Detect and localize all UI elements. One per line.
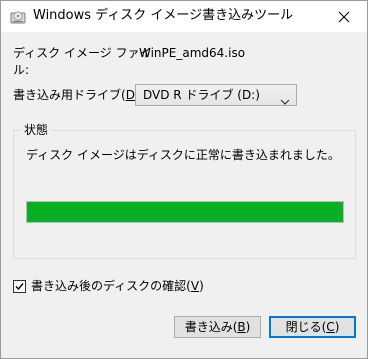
chevron-down-icon <box>280 91 290 110</box>
close-label-suffix: ) <box>334 320 340 334</box>
verify-checkbox-label[interactable]: 書き込み後のディスクの確認(V) <box>31 278 204 295</box>
verify-checkbox[interactable] <box>13 280 26 293</box>
status-message: ディスク イメージはディスクに正常に書き込まれました。 <box>26 148 340 162</box>
image-file-label-line2: ル: <box>13 63 30 77</box>
verify-label-accel: V <box>190 279 200 293</box>
burn-label-suffix: ) <box>245 320 251 334</box>
drive-label-prefix: 書き込み用ドライブ( <box>13 88 126 102</box>
drive-label-accel: D <box>125 88 135 102</box>
burn-label-accel: B <box>237 320 246 334</box>
window-title: Windows ディスク イメージ書き込みツール <box>33 8 294 23</box>
close-button[interactable]: 閉じる(C) <box>269 316 356 338</box>
burn-button[interactable]: 書き込み(B) <box>174 316 261 338</box>
disc-burner-icon <box>10 9 26 25</box>
progress-fill <box>27 202 343 222</box>
close-icon <box>338 11 350 22</box>
close-label-accel: C <box>326 320 335 334</box>
burn-label-prefix: 書き込み( <box>184 320 238 334</box>
image-file-label: ディスク イメージ ファイ ル: <box>13 45 152 79</box>
checkmark-icon <box>15 283 24 291</box>
progress-bar <box>26 201 344 223</box>
close-label-prefix: 閉じる( <box>285 320 327 334</box>
drive-select[interactable]: DVD R ドライブ (D:) <box>135 84 297 106</box>
drive-label: 書き込み用ドライブ(D): <box>13 87 144 104</box>
burn-dialog-window: Windows ディスク イメージ書き込みツール ディスク イメージ ファイ ル… <box>0 0 368 359</box>
drive-select-value: DVD R ドライブ (D:) <box>143 88 260 102</box>
verify-label-prefix: 書き込み後のディスクの確認( <box>31 279 191 293</box>
title-bar[interactable]: Windows ディスク イメージ書き込みツール <box>1 1 367 32</box>
close-window-button[interactable] <box>321 1 367 32</box>
verify-label-suffix: ) <box>199 279 204 293</box>
image-file-value: WinPE_amd64.iso <box>139 46 246 60</box>
image-file-label-line1: ディスク イメージ ファイ <box>13 46 152 60</box>
status-group-title: 状態 <box>21 122 52 138</box>
